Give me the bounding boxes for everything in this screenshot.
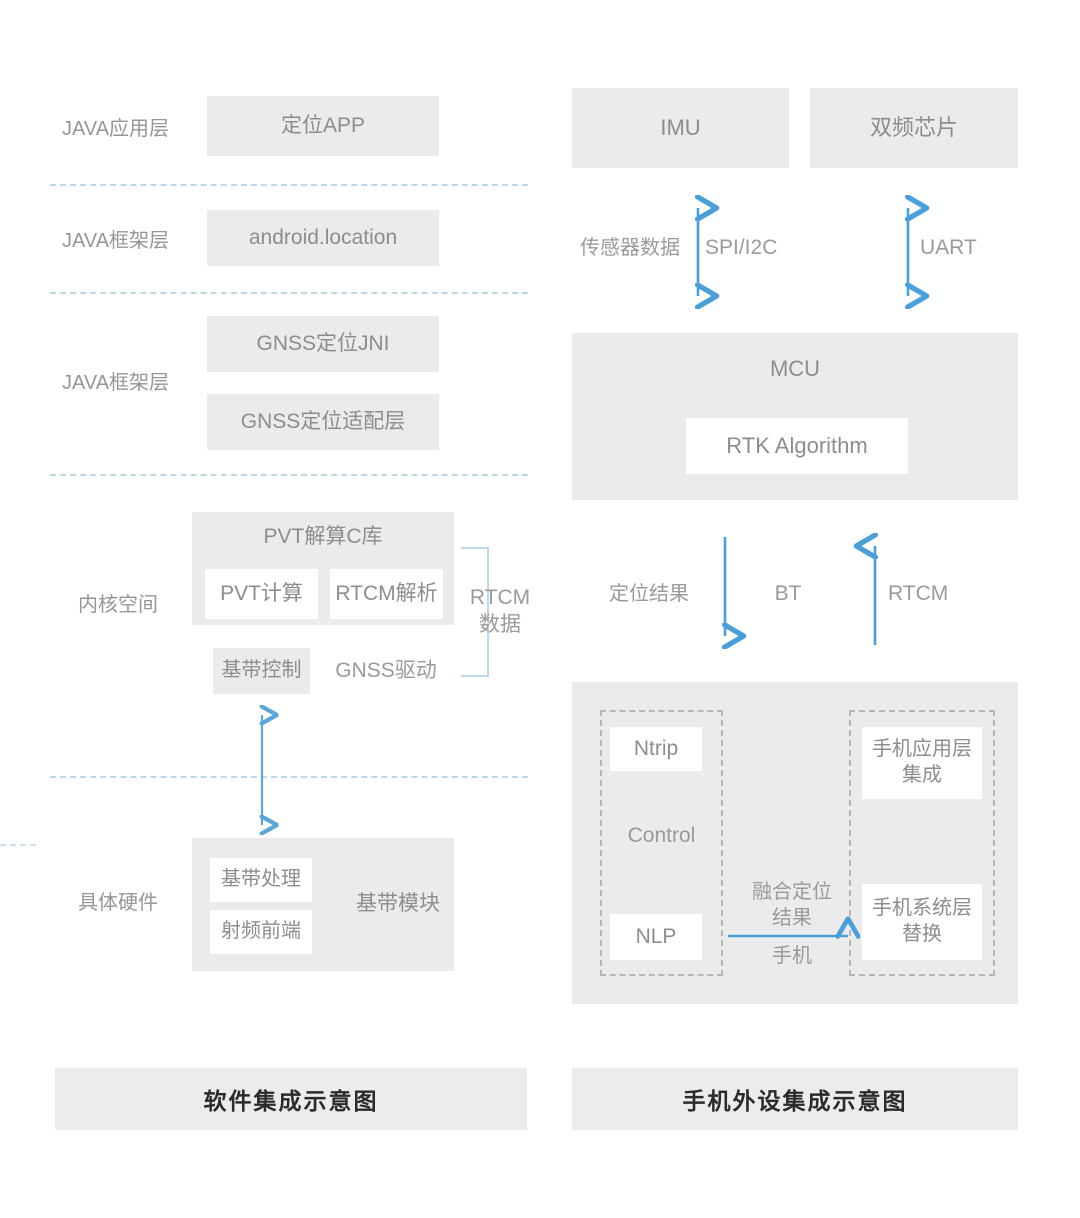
- box-baseband-module-label: 基带模块: [356, 892, 440, 916]
- box-dual-freq-chip[interactable]: 双频芯片: [810, 88, 1018, 168]
- box-pvt-c-library-label: PVT解算C库: [263, 525, 383, 548]
- layer-label-java-framework-layer-1: JAVA框架层: [62, 229, 170, 252]
- label-rtcm-uplink: RTCM: [888, 582, 949, 606]
- label-gnss-driver: GNSS驱动: [335, 659, 437, 683]
- box-phone-system-layer-replace[interactable]: 手机系统层 替换: [862, 884, 982, 960]
- box-gnss-jni[interactable]: GNSS定位JNI: [207, 316, 439, 372]
- box-rtk-algorithm[interactable]: RTK Algorithm: [686, 418, 908, 474]
- box-rf-frontend[interactable]: 射频前端: [210, 910, 312, 954]
- layer-divider-edge-stub: [0, 844, 36, 846]
- box-baseband-process[interactable]: 基带处理: [210, 858, 312, 902]
- box-phone-app-layer-integration-label: 手机应用层 集成: [872, 738, 972, 786]
- rtcm-uplink-arrow: [858, 535, 892, 645]
- box-pvt-calc[interactable]: PVT计算: [205, 569, 318, 619]
- label-sensor-data: 传感器数据: [580, 237, 680, 259]
- label-rtcm-data-line1: RTCM: [469, 585, 531, 609]
- layer-label-concrete-hardware: 具体硬件: [78, 891, 158, 914]
- layer-label-java-framework-layer-2: JAVA框架层: [62, 371, 170, 394]
- label-fusion-result: 融合定位 结果: [736, 874, 848, 936]
- box-rtcm-parse[interactable]: RTCM解析: [330, 569, 443, 619]
- layer-label-kernel-space: 内核空间: [78, 593, 158, 616]
- box-ntrip[interactable]: Ntrip: [610, 727, 702, 771]
- box-phone-system-layer-replace-label: 手机系统层 替换: [872, 897, 972, 945]
- box-imu[interactable]: IMU: [572, 88, 789, 168]
- right-panel: IMU 双频芯片 传感器数据 SPI/I2C UART MCU RTK Algo…: [540, 0, 1080, 1218]
- label-rtcm-data: RTCM 数据: [462, 573, 538, 649]
- layer-divider-1: [50, 184, 528, 186]
- layer-divider-2: [50, 292, 528, 294]
- box-android-location[interactable]: android.location: [207, 210, 439, 266]
- left-panel: JAVA应用层 JAVA框架层 JAVA框架层 内核空间 具体硬件 定位APP …: [0, 0, 540, 1218]
- box-mcu[interactable]: MCU: [572, 333, 1018, 500]
- box-phone-app-layer-integration[interactable]: 手机应用层 集成: [862, 727, 982, 799]
- label-rtcm-data-line2: 数据: [479, 613, 521, 636]
- label-uart: UART: [920, 236, 977, 260]
- layer-divider-4: [50, 776, 528, 778]
- layer-divider-3: [50, 474, 528, 476]
- box-nlp[interactable]: NLP: [610, 914, 702, 960]
- box-gnss-adaptation-layer[interactable]: GNSS定位适配层: [207, 394, 439, 450]
- label-position-result: 定位结果: [609, 583, 689, 605]
- label-fusion-result-line1: 融合定位: [752, 881, 832, 903]
- label-spi-i2c: SPI/I2C: [705, 236, 778, 260]
- box-mcu-label: MCU: [769, 356, 821, 381]
- box-locating-app[interactable]: 定位APP: [207, 96, 439, 156]
- label-bt: BT: [774, 582, 802, 606]
- kernel-hardware-arrow: [242, 705, 282, 835]
- label-control: Control: [627, 824, 696, 848]
- box-baseband-control[interactable]: 基带控制: [213, 648, 310, 694]
- diagram-canvas: JAVA应用层 JAVA框架层 JAVA框架层 内核空间 具体硬件 定位APP …: [0, 0, 1080, 1218]
- position-result-arrow: [708, 537, 742, 647]
- left-panel-caption: 软件集成示意图: [55, 1068, 527, 1130]
- label-fusion-result-line2: 结果: [772, 907, 812, 929]
- right-panel-caption: 手机外设集成示意图: [572, 1068, 1018, 1130]
- label-fusion-phone: 手机: [772, 945, 812, 967]
- layer-label-java-app-layer: JAVA应用层: [62, 117, 170, 140]
